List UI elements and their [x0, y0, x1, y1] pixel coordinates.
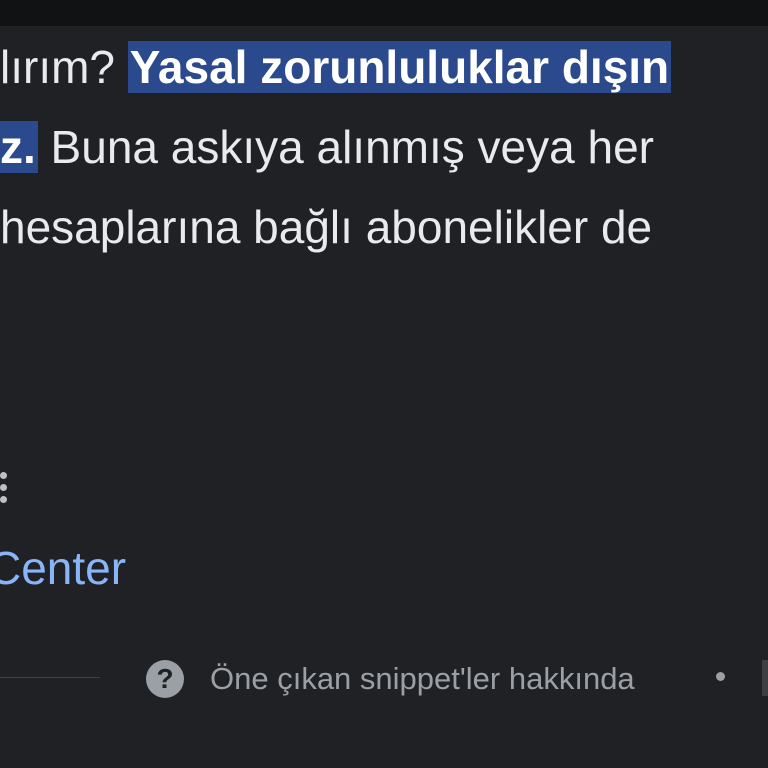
about-featured-snippets-link[interactable]: Öne çıkan snippet'ler hakkında — [210, 656, 635, 702]
more-dot — [0, 484, 7, 491]
more-dot — [0, 496, 7, 503]
snippet-line-2: z. Buna askıya alınmış veya her — [0, 106, 654, 188]
more-vert-icon[interactable] — [0, 470, 10, 510]
snippet-line-3-plain: hesaplarına bağlı abonelikler de — [0, 201, 653, 253]
feedback-link-edge[interactable] — [762, 660, 768, 696]
snippet-highlight-2: z. — [0, 121, 38, 173]
featured-snippet-text: lırım? Yasal zorunluluklar dışın z. Buna… — [0, 26, 768, 286]
snippet-line-1-plain: lırım? — [0, 41, 128, 93]
footer-separator-dot — [716, 672, 725, 681]
snippet-line-1: lırım? Yasal zorunluluklar dışın — [0, 26, 672, 108]
more-dot — [0, 472, 7, 479]
help-icon[interactable]: ? — [146, 660, 184, 698]
snippet-highlight-1: Yasal zorunluluklar dışın — [127, 41, 672, 93]
window-top-strip — [0, 0, 768, 26]
footer-divider — [0, 677, 100, 678]
source-link[interactable]: Center — [0, 538, 126, 598]
snippet-line-3: hesaplarına bağlı abonelikler de — [0, 186, 652, 268]
snippet-line-2-plain: Buna askıya alınmış veya her — [37, 121, 654, 173]
